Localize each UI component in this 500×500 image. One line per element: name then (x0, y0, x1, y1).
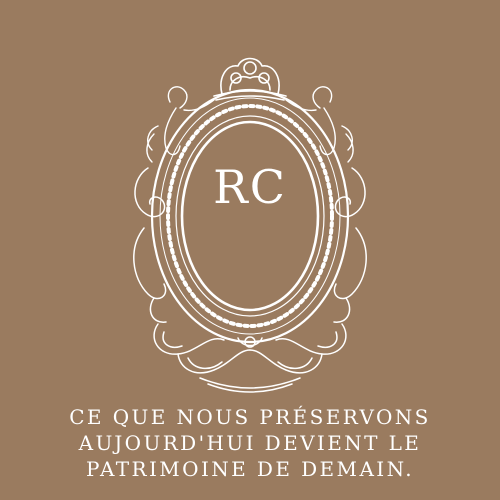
tagline-line: CE QUE NOUS PRÉSERVONS (69, 405, 431, 429)
tagline-line: PATRIMOINE DE DEMAIN. (86, 457, 414, 481)
ornate-frame-logo (118, 38, 382, 400)
tagline-line: AUJOURD'HUI DEVIENT LE (78, 431, 422, 455)
tagline: CE QUE NOUS PRÉSERVONS AUJOURD'HUI DEVIE… (40, 404, 460, 482)
frame-ovals (150, 88, 350, 344)
monogram-rc: RC (213, 160, 287, 214)
